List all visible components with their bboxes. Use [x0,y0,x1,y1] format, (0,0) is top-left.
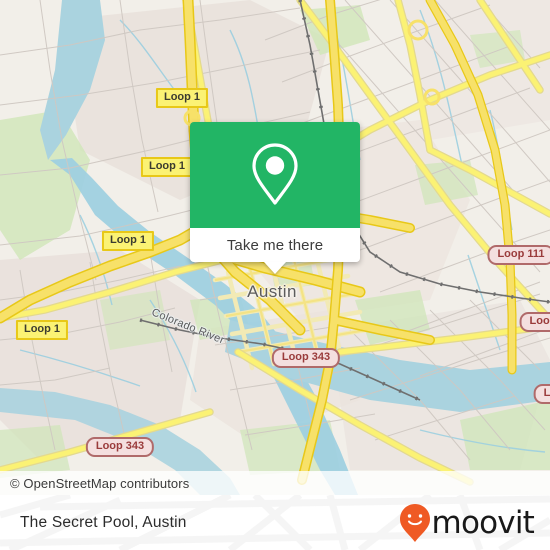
popup-pointer-arrow [264,262,286,274]
footer-bar: The Secret Pool, Austin moovit [0,495,550,550]
take-me-there-label: Take me there [226,236,324,254]
map-pin-icon [252,143,298,205]
place-title: The Secret Pool, Austin [20,513,187,531]
moovit-wordmark: moovit [431,504,535,541]
map-attribution-bar: © OpenStreetMap contributors [0,471,550,495]
map-canvas[interactable]: Austin Colorado River Loop 1 Loop 1 Loop… [0,0,550,495]
popup-action-bar[interactable]: Take me there [190,228,360,274]
moovit-pin-icon [399,503,430,542]
moovit-logo[interactable]: moovit [399,503,550,542]
osm-attribution-text[interactable]: © OpenStreetMap contributors [0,476,189,491]
popup-pin-panel [190,122,360,228]
destination-popup-card[interactable]: Take me there [190,122,360,274]
